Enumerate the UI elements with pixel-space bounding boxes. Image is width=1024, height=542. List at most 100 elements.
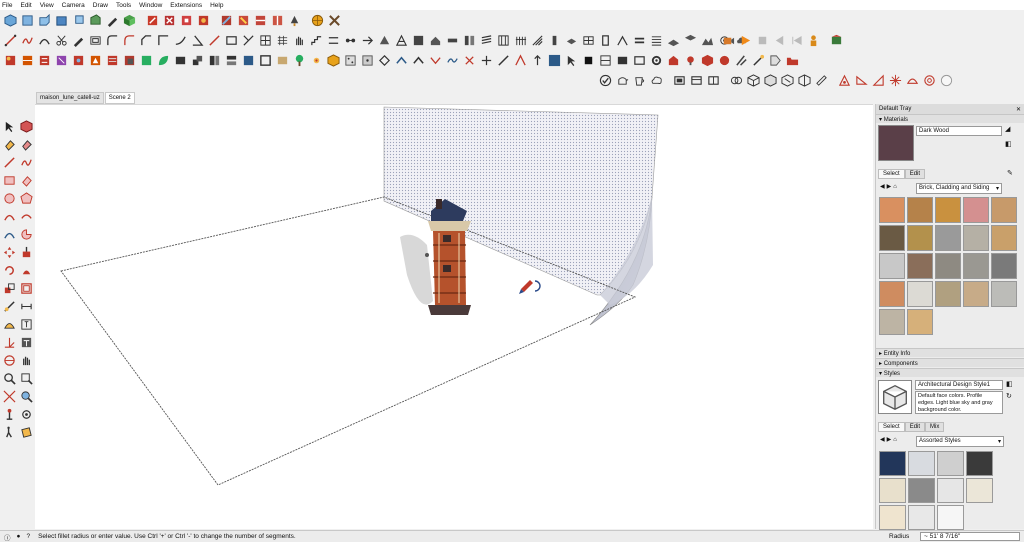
material-swatch[interactable] [907,225,933,251]
fold-icon[interactable] [427,52,443,68]
rotate-tool-icon[interactable] [1,262,17,278]
stairs-icon[interactable] [308,32,324,48]
panel-icon[interactable] [705,72,721,88]
components-header[interactable]: ▸ Components [876,358,1024,367]
warehouse-person-icon[interactable] [805,32,821,48]
geo-location-icon[interactable] [309,12,325,28]
flower-icon[interactable] [308,52,324,68]
material-swatch[interactable] [935,197,961,223]
material-swatch[interactable] [907,197,933,223]
render-icon[interactable] [87,52,103,68]
panel-grid-icon[interactable] [495,32,511,48]
scene-camera-icon[interactable] [720,32,736,48]
diamond-icon[interactable] [376,52,392,68]
material-swatch[interactable] [963,197,989,223]
chamfer-icon[interactable] [138,32,154,48]
nav-arrows-icon[interactable]: ◀▶⌂ [880,436,899,443]
menu-edit[interactable]: Edit [20,2,31,9]
fillet-icon[interactable] [121,32,137,48]
material-swatch[interactable] [963,253,989,279]
menu-window[interactable]: Window [139,2,162,9]
front-view-icon[interactable] [36,12,52,28]
angle-icon[interactable] [189,32,205,48]
material-swatch[interactable] [991,197,1017,223]
step-icon[interactable] [788,32,804,48]
arrow-icon[interactable] [359,32,375,48]
wall-icon[interactable] [461,32,477,48]
style-thumb[interactable] [937,478,964,503]
shape-union-icon[interactable] [728,72,744,88]
pipe-icon[interactable] [813,72,829,88]
arc-tool-icon[interactable] [1,208,17,224]
sandbox-icon[interactable] [836,72,852,88]
tag-icon[interactable] [767,52,783,68]
top-view-icon[interactable] [19,12,35,28]
left-view-icon[interactable] [87,12,103,28]
tree-icon[interactable] [291,52,307,68]
back-edges-icon[interactable] [178,12,194,28]
component-red-icon[interactable] [144,12,160,28]
box-tool-icon[interactable] [223,32,239,48]
material-swatch[interactable] [879,225,905,251]
text-tool-icon[interactable] [18,316,34,332]
tab-select[interactable]: Select [878,422,905,432]
grid-panel-icon[interactable] [597,52,613,68]
cube-subtract-icon[interactable] [779,72,795,88]
eraser-tool-icon[interactable] [18,136,34,152]
roof-icon[interactable] [427,32,443,48]
measurement-input[interactable]: ~ 51' 8 7/16" [920,532,1020,541]
cube-intersect-icon[interactable] [762,72,778,88]
cup-icon[interactable] [631,72,647,88]
dome-icon[interactable] [921,72,937,88]
scale-tool-icon[interactable] [1,280,17,296]
cross-icon[interactable] [461,52,477,68]
paint-bucket-tool-icon[interactable] [1,136,17,152]
zoom-window-icon[interactable] [18,370,34,386]
uv-icon[interactable] [53,52,69,68]
walk-tool-icon[interactable] [1,424,17,440]
hidden-line-icon[interactable] [218,12,234,28]
joint-icon[interactable] [342,32,358,48]
menu-help[interactable]: Help [210,2,223,9]
panel-outline-icon[interactable] [631,52,647,68]
style-description[interactable]: Default face colors. Profile edges. Ligh… [915,391,1003,414]
corner-icon[interactable] [155,32,171,48]
offset-tool-icon[interactable] [18,280,34,296]
joist-icon[interactable] [631,32,647,48]
window-icon[interactable] [688,72,704,88]
material-swatch[interactable] [879,197,905,223]
split-icon[interactable] [512,52,528,68]
freehand-draw-icon[interactable] [18,154,34,170]
monochrome-icon[interactable] [269,12,285,28]
offset-icon[interactable] [87,32,103,48]
cursor-icon[interactable] [563,52,579,68]
help-icon[interactable]: ? [26,533,30,540]
stop-animation-icon[interactable] [754,32,770,48]
screen-panel-icon[interactable] [614,52,630,68]
current-material-swatch[interactable] [878,125,914,161]
leaf-icon[interactable] [155,52,171,68]
three-point-arc-icon[interactable] [1,226,17,242]
zoom-tool-icon[interactable] [1,370,17,386]
menu-extensions[interactable]: Extensions [170,2,202,9]
material-swatch[interactable] [935,281,961,307]
info-icon[interactable]: ⓘ [4,532,11,542]
grid-icon[interactable] [257,32,273,48]
fence-icon[interactable] [512,32,528,48]
section-plane-icon[interactable] [904,72,920,88]
rounded-corner-icon[interactable] [104,32,120,48]
chevron-icon[interactable] [393,52,409,68]
curve-icon[interactable] [172,32,188,48]
dark-box-icon[interactable] [172,52,188,68]
create-material-icon[interactable]: ◧ [1005,140,1012,148]
select-tool-icon[interactable] [1,118,17,134]
position-camera-icon[interactable] [1,406,17,422]
menu-camera[interactable]: Camera [62,2,85,9]
section-plane-tool-icon[interactable] [18,424,34,440]
style-thumbnail-icon[interactable] [878,380,912,414]
fog-icon[interactable] [104,52,120,68]
pencil-edit-icon[interactable] [104,12,120,28]
check-solid-icon[interactable] [597,72,613,88]
material-swatch[interactable] [879,281,905,307]
slab-icon[interactable] [563,32,579,48]
